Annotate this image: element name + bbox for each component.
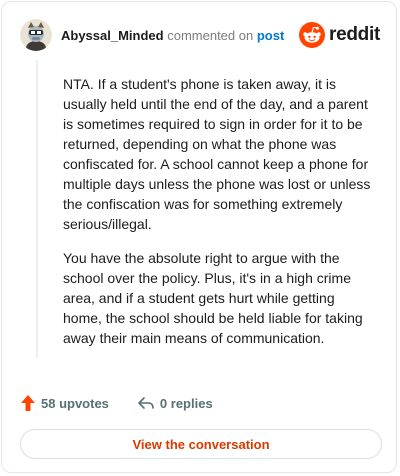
username-link[interactable]: Abyssal_Minded [61, 28, 164, 43]
comment-paragraph: NTA. If a student's phone is taken away,… [63, 76, 371, 232]
comment-actions: 58 upvotes 0 replies [20, 394, 213, 412]
comment-card: Abyssal_Minded commented on post reddit … [1, 1, 397, 473]
reddit-logo[interactable]: reddit [299, 22, 380, 48]
upvote-count: 58 upvotes [41, 395, 109, 411]
reddit-alien-icon [299, 22, 326, 48]
upvote-arrow-icon [21, 395, 35, 411]
view-conversation-button[interactable]: View the conversation [20, 429, 382, 459]
upvote-button[interactable]: 58 upvotes [20, 394, 109, 412]
reply-arrow-icon [138, 397, 154, 409]
thread-line[interactable] [36, 60, 38, 358]
reply-count: 0 replies [159, 395, 213, 411]
avatar[interactable] [20, 19, 52, 51]
comment-byline: Abyssal_Minded commented on post [61, 28, 284, 43]
reply-button[interactable]: 0 replies [137, 395, 213, 411]
comment-body: NTA. If a student's phone is taken away,… [63, 74, 371, 362]
byline-action-text: commented on [167, 27, 254, 43]
comment-header: Abyssal_Minded commented on post [20, 18, 284, 52]
reddit-wordmark: reddit [329, 24, 380, 45]
post-link[interactable]: post [257, 28, 284, 43]
comment-paragraph: You have the absolute right to argue wit… [63, 250, 363, 346]
